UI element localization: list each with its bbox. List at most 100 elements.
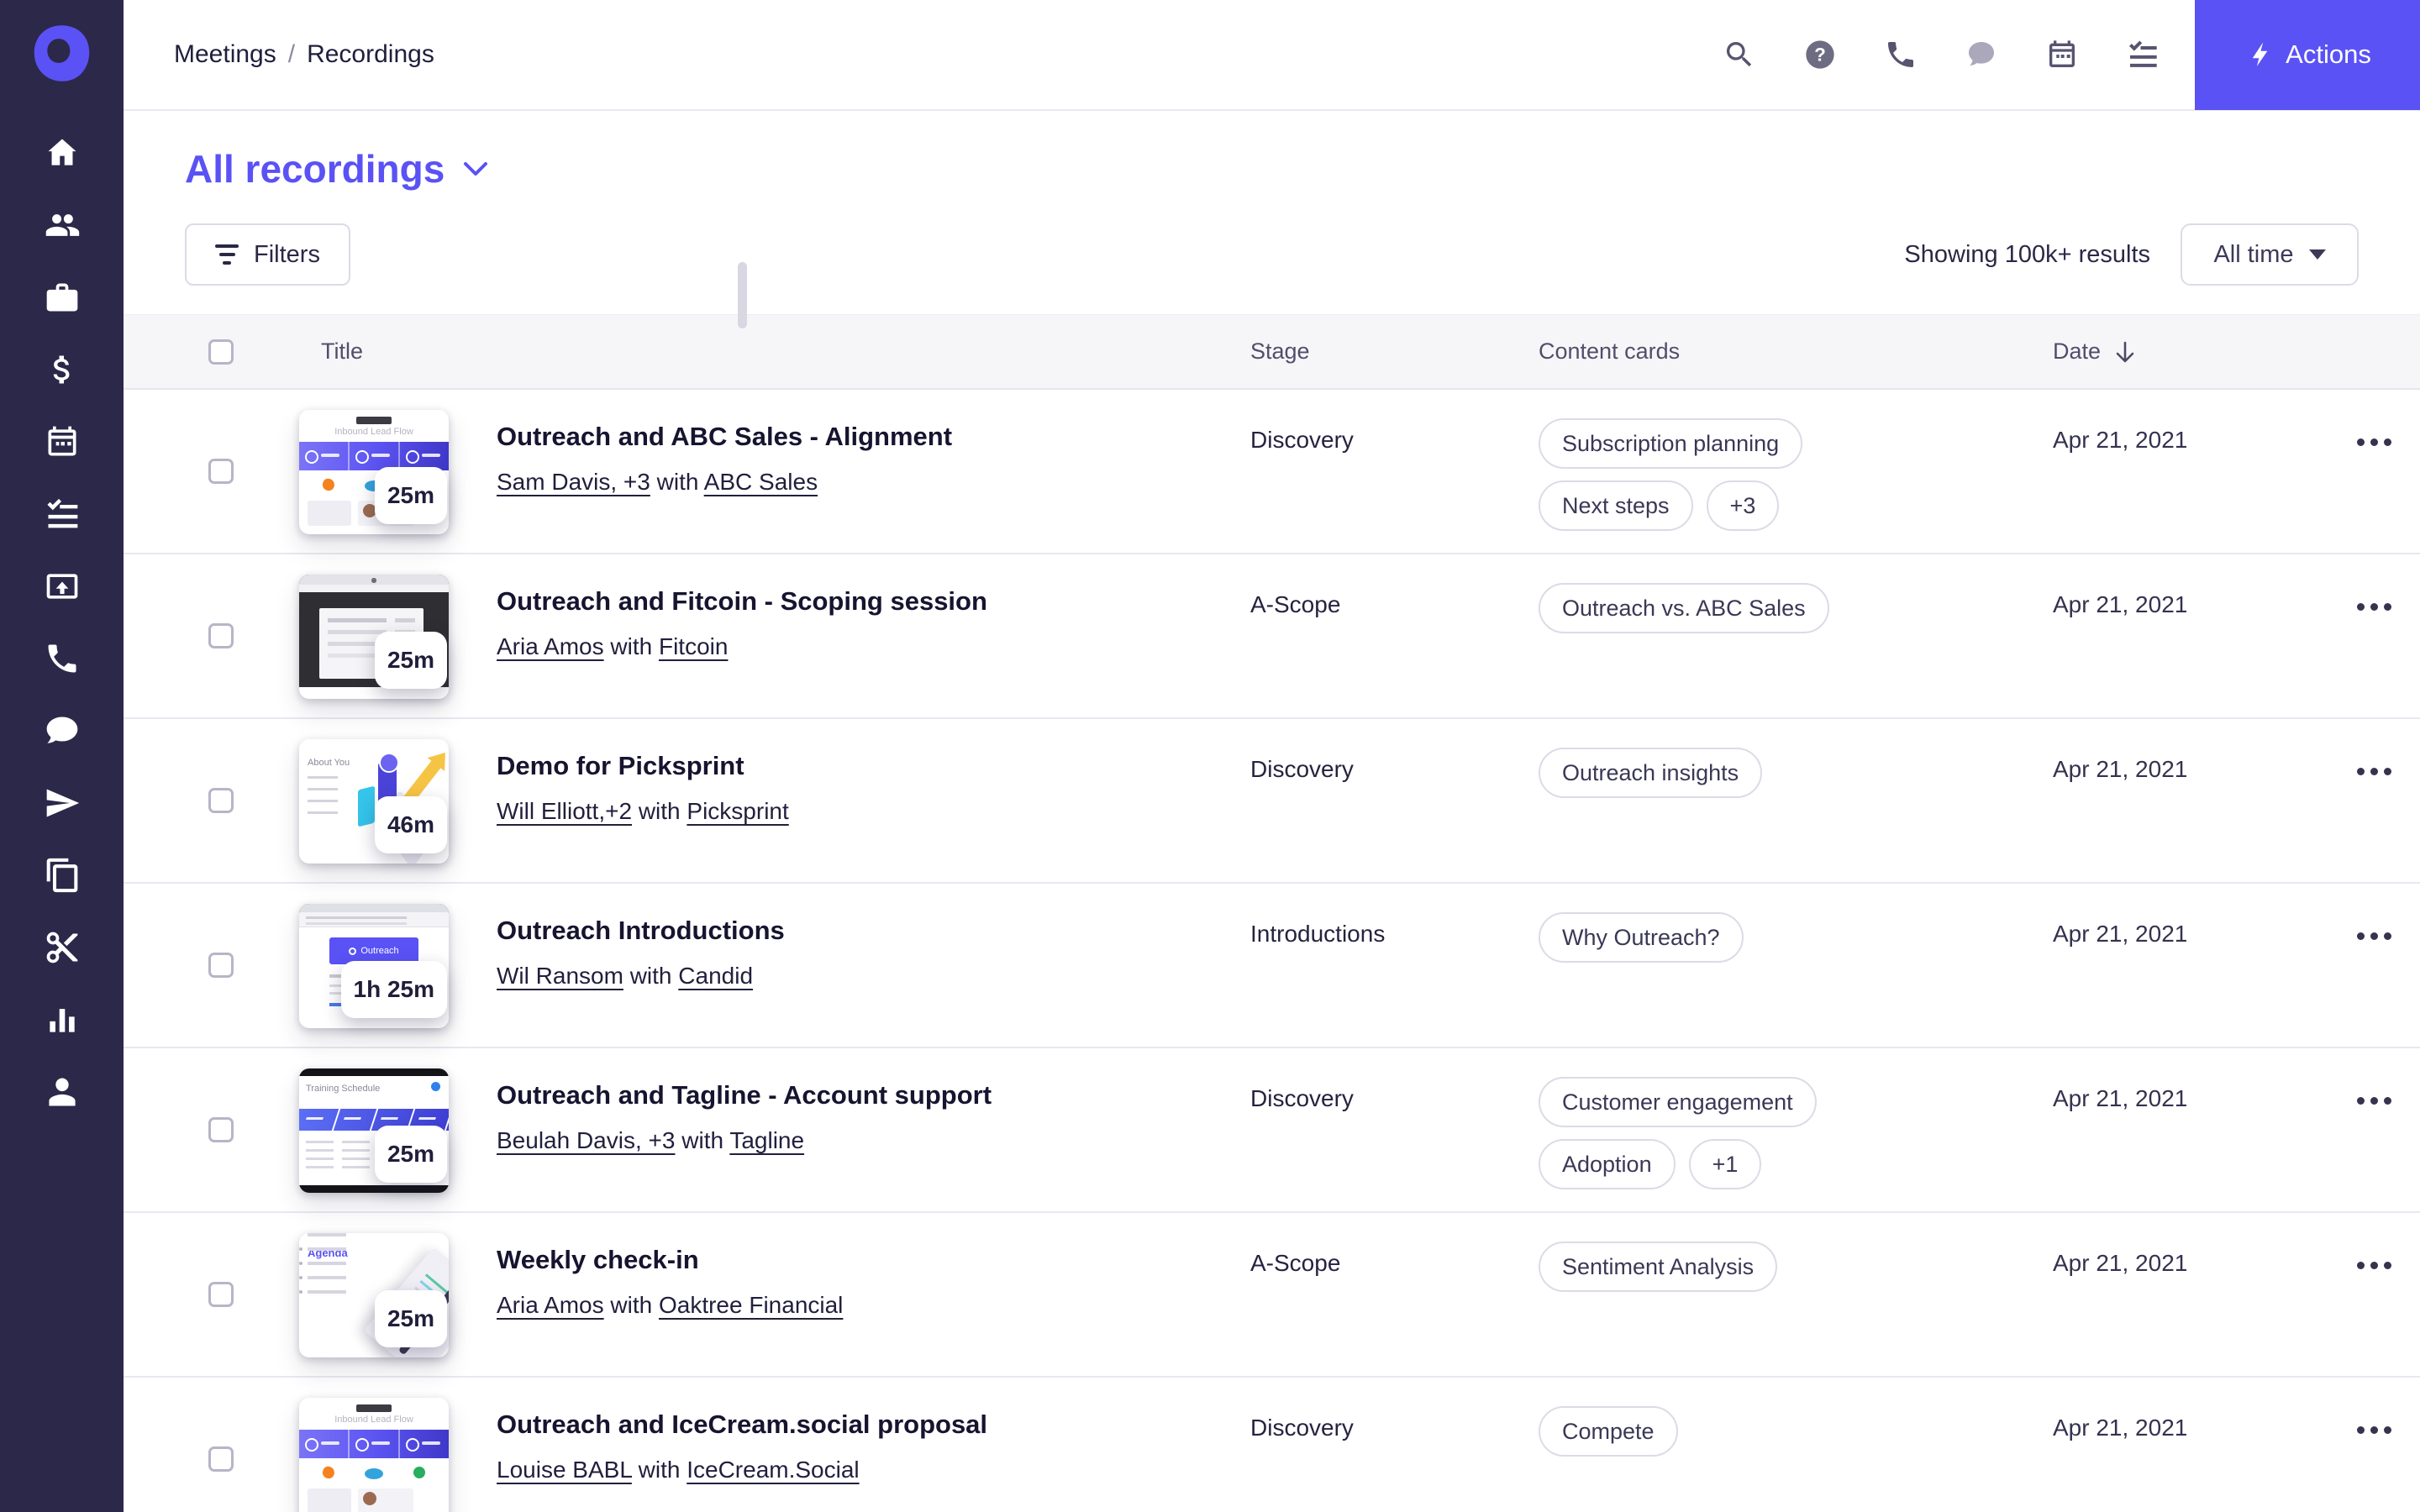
with-word: with [675, 1127, 730, 1153]
copy-icon[interactable] [44, 857, 81, 894]
scrollbar-thumb[interactable] [738, 262, 747, 328]
calendar-icon[interactable] [44, 423, 81, 460]
view-selector[interactable]: All recordings [185, 146, 488, 192]
participants-link[interactable]: Aria Amos [497, 633, 604, 659]
content-card-chip[interactable]: +1 [1688, 1139, 1762, 1189]
content-card-chip[interactable]: Outreach insights [1539, 748, 1763, 798]
more-actions-button[interactable] [2352, 1257, 2396, 1274]
row-checkbox[interactable] [208, 623, 234, 648]
row-checkbox[interactable] [208, 1117, 234, 1142]
briefcase-icon[interactable] [44, 279, 81, 316]
stage-label: A-Scope [1250, 1250, 1341, 1276]
participants-link[interactable]: Beulah Davis, +3 [497, 1127, 675, 1153]
content-card-chip[interactable]: Adoption [1539, 1139, 1676, 1189]
home-icon[interactable] [44, 134, 81, 171]
phone-icon[interactable] [1884, 38, 1918, 71]
sidebar-nav [44, 134, 81, 1110]
time-range-dropdown[interactable]: All time [2181, 223, 2359, 286]
filters-button[interactable]: Filters [185, 223, 350, 286]
recording-title-link[interactable]: Demo for Picksprint [497, 751, 744, 781]
recording-title-link[interactable]: Outreach and Fitcoin - Scoping session [497, 586, 987, 617]
recording-thumbnail[interactable]: Training Schedule 25m [299, 1068, 449, 1193]
chat-icon[interactable] [44, 712, 81, 749]
duration-badge: 25m [374, 467, 447, 524]
reports-icon[interactable] [44, 1001, 81, 1038]
select-all-checkbox[interactable] [208, 339, 234, 365]
revenue-icon[interactable] [44, 351, 81, 388]
company-link[interactable]: Oaktree Financial [659, 1292, 843, 1318]
breadcrumb-meetings[interactable]: Meetings [174, 40, 276, 69]
table-row: Training Schedule 25m Outreach and Tagli… [124, 1048, 2420, 1213]
with-word: with [631, 1457, 687, 1483]
row-checkbox[interactable] [208, 1446, 234, 1472]
company-link[interactable]: Picksprint [687, 798, 788, 824]
content-card-chip[interactable]: Sentiment Analysis [1539, 1242, 1778, 1292]
send-icon[interactable] [44, 785, 81, 822]
more-actions-button[interactable] [2352, 1092, 2396, 1110]
stage-label: A-Scope [1250, 591, 1341, 617]
tasks-icon[interactable] [2126, 38, 2160, 71]
content-card-chip[interactable]: Next steps [1539, 480, 1693, 531]
company-link[interactable]: IceCream.Social [687, 1457, 859, 1483]
breadcrumb-recordings[interactable]: Recordings [307, 40, 434, 69]
row-checkbox[interactable] [208, 953, 234, 978]
content-card-chip[interactable]: Customer engagement [1539, 1077, 1817, 1127]
date-label: Apr 21, 2021 [2053, 1250, 2188, 1276]
help-icon[interactable]: ? [1803, 38, 1837, 71]
outbox-icon[interactable] [44, 568, 81, 605]
participants-link[interactable]: Will Elliott,+2 [497, 798, 632, 824]
phone-icon[interactable] [44, 640, 81, 677]
search-icon[interactable] [1723, 38, 1756, 71]
date-label: Apr 21, 2021 [2053, 1085, 2188, 1111]
recording-title-link[interactable]: Weekly check-in [497, 1245, 699, 1275]
content-card-chip[interactable]: Why Outreach? [1539, 912, 1744, 963]
breadcrumb-separator: / [287, 40, 296, 68]
company-link[interactable]: Fitcoin [659, 633, 728, 659]
company-link[interactable]: ABC Sales [704, 469, 818, 495]
chat-icon[interactable] [1965, 38, 1998, 71]
column-header-date[interactable]: Date [2053, 339, 2328, 365]
recording-thumbnail[interactable]: About You 46m [299, 739, 449, 864]
actions-button[interactable]: Actions [2195, 0, 2420, 110]
profile-icon[interactable] [44, 1074, 81, 1110]
people-icon[interactable] [44, 207, 81, 244]
recording-title-link[interactable]: Outreach and IceCream.social proposal [497, 1410, 987, 1440]
more-actions-button[interactable] [2352, 927, 2396, 945]
recording-thumbnail[interactable]: 25m [299, 575, 449, 699]
participants-link[interactable]: Louise BABL [497, 1457, 632, 1483]
row-checkbox[interactable] [208, 1282, 234, 1307]
more-actions-button[interactable] [2352, 598, 2396, 616]
recording-title-link[interactable]: Outreach and ABC Sales - Alignment [497, 422, 952, 452]
tasks-icon[interactable] [44, 496, 81, 533]
chevron-down-icon [464, 162, 488, 176]
content-card-chip[interactable]: Subscription planning [1539, 418, 1803, 469]
recording-title-link[interactable]: Outreach Introductions [497, 916, 785, 946]
participants-line: Beulah Davis, +3 with Tagline [497, 1127, 1250, 1154]
participants-link[interactable]: Aria Amos [497, 1292, 604, 1318]
snippets-icon[interactable] [44, 929, 81, 966]
participants-link[interactable]: Sam Davis, +3 [497, 469, 650, 495]
row-checkbox[interactable] [208, 788, 234, 813]
recording-thumbnail[interactable]: Outreach 1h 25m [299, 904, 449, 1028]
date-label: Apr 21, 2021 [2053, 1415, 2188, 1441]
company-link[interactable]: Candid [678, 963, 753, 989]
content-card-chip[interactable]: Compete [1539, 1406, 1678, 1457]
more-actions-button[interactable] [2352, 433, 2396, 451]
content-cards: Customer engagement Adoption +1 [1539, 1048, 2053, 1211]
recording-thumbnail[interactable]: Inbound Lead Flow 25m [299, 410, 449, 534]
recording-title-link[interactable]: Outreach and Tagline - Account support [497, 1080, 992, 1110]
topbar: Meetings / Recordings ? Actions [124, 0, 2420, 111]
recording-thumbnail[interactable]: Agenda 25m [299, 1233, 449, 1357]
participants-link[interactable]: Wil Ransom [497, 963, 623, 989]
company-link[interactable]: Tagline [729, 1127, 804, 1153]
outreach-logo[interactable] [31, 23, 92, 84]
more-actions-button[interactable] [2352, 763, 2396, 780]
calendar-icon[interactable] [2045, 38, 2079, 71]
view-title-label: All recordings [185, 147, 445, 191]
row-checkbox[interactable] [208, 459, 234, 484]
content-cards: Outreach vs. ABC Sales [1539, 554, 2053, 717]
content-card-chip[interactable]: +3 [1706, 480, 1780, 531]
more-actions-button[interactable] [2352, 1421, 2396, 1439]
content-card-chip[interactable]: Outreach vs. ABC Sales [1539, 583, 1829, 633]
recording-thumbnail[interactable]: Inbound Lead Flow [299, 1398, 449, 1512]
